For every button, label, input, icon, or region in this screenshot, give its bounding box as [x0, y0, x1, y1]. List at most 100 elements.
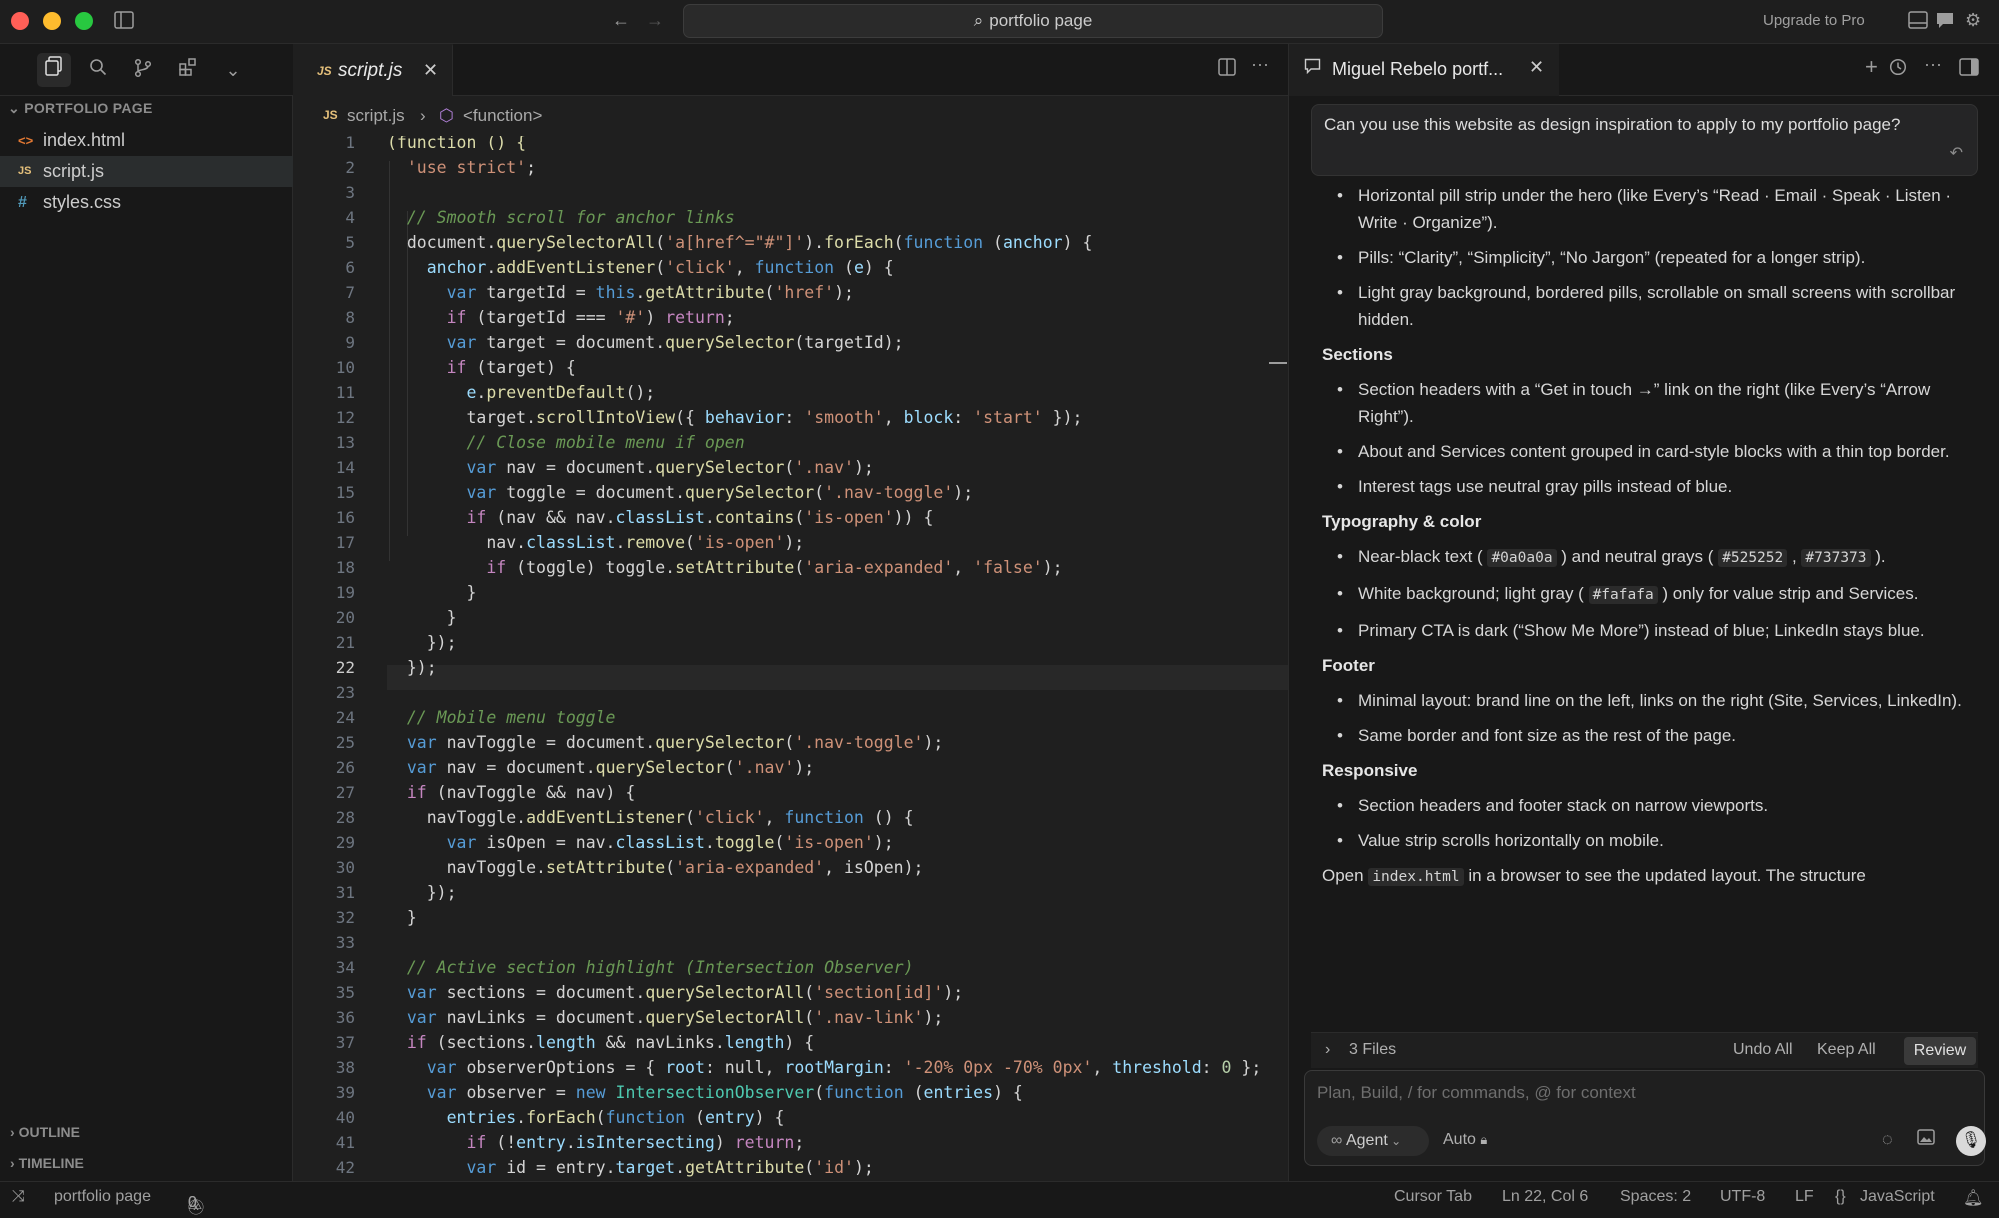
new-chat-icon[interactable]: +: [1865, 54, 1878, 80]
search-icon: ⌕: [973, 11, 984, 30]
toggle-sidebar-icon[interactable]: [114, 11, 134, 33]
extensions-icon[interactable]: [175, 58, 201, 82]
user-message-text: Can you use this website as design inspi…: [1324, 115, 1901, 134]
timeline-section[interactable]: › TIMELINE: [10, 1155, 84, 1171]
chevron-down-icon[interactable]: ⌄: [220, 58, 246, 82]
line-number: 7: [345, 283, 355, 302]
user-message[interactable]: Can you use this website as design inspi…: [1311, 104, 1978, 176]
line-number: 40: [335, 1108, 355, 1127]
language-mode[interactable]: JavaScript: [1860, 1188, 1935, 1206]
encoding-status[interactable]: UTF-8: [1720, 1188, 1765, 1206]
bullet-item: Pills: “Clarity”, “Simplicity”, “No Jarg…: [1337, 244, 1978, 271]
css-file-icon: #: [18, 194, 27, 211]
microphone-icon[interactable]: 🎙︎: [1956, 1126, 1986, 1156]
toggle-panel-icon[interactable]: [1908, 11, 1928, 33]
close-tab-icon[interactable]: ✕: [423, 60, 438, 81]
files-toggle[interactable]: 3 Files: [1349, 1041, 1396, 1059]
search-icon[interactable]: [85, 58, 111, 82]
agent-mode-selector[interactable]: ∞ Agent ⌄: [1317, 1126, 1429, 1156]
status-bar: ⤨ portfolio page ⓧ 0 ⚠ 0 Cursor Tab Ln 2…: [0, 1181, 1999, 1217]
line-number: 8: [345, 308, 355, 327]
line-number: 33: [335, 933, 355, 952]
eol-status[interactable]: LF: [1795, 1188, 1814, 1206]
html-file-icon: <>: [18, 133, 34, 148]
close-chat-icon[interactable]: ✕: [1529, 57, 1544, 78]
outline-section[interactable]: › OUTLINE: [10, 1124, 80, 1140]
code-line: // Smooth scroll for anchor links: [406, 208, 735, 227]
breadcrumb-symbol[interactable]: <function>: [463, 106, 542, 126]
timeline-label: TIMELINE: [18, 1155, 84, 1171]
project-name[interactable]: portfolio page: [54, 1188, 151, 1206]
line-number: 23: [335, 683, 355, 702]
remote-icon[interactable]: ⤨: [12, 1188, 25, 1206]
code-line: navToggle.addEventListener('click', func…: [387, 808, 914, 827]
folder-header[interactable]: ⌄ PORTFOLIO PAGE: [8, 100, 153, 117]
section-heading: Typography & color: [1322, 512, 1482, 531]
braces-icon: {}: [1835, 1188, 1846, 1205]
upgrade-link[interactable]: Upgrade to Pro: [1763, 12, 1865, 29]
tab-script-js[interactable]: JS script.js ✕: [293, 44, 453, 96]
line-number: 4: [345, 208, 355, 227]
code-line: });: [387, 633, 457, 652]
explorer-icon[interactable]: [37, 53, 71, 87]
line-number: 17: [335, 533, 355, 552]
file-item-index-html[interactable]: <> index.html: [0, 125, 293, 156]
model-selector[interactable]: Auto 🔒︎: [1443, 1131, 1487, 1149]
chevron-right-icon: ›: [420, 106, 426, 125]
code-line: });: [387, 883, 457, 902]
line-number: 24: [335, 708, 355, 727]
code-line: var targetId = this.getAttribute('href')…: [446, 283, 854, 302]
settings-gear-icon[interactable]: ⚙: [1965, 10, 1981, 30]
cursor-position[interactable]: Ln 22, Col 6: [1502, 1188, 1588, 1206]
minimize-window-button[interactable]: [43, 12, 61, 30]
code-line: // Active section highlight (Intersectio…: [406, 958, 914, 977]
code-editor[interactable]: 1 2 3 4 5 6 7 8 9 10 11 12 13 14 15 16 17 18 19 20 21 22 23 24 2…: [293, 136, 1288, 1181]
review-button[interactable]: Review: [1904, 1037, 1976, 1065]
code-line: (function () {: [387, 136, 527, 152]
split-editor-icon[interactable]: [1218, 58, 1236, 81]
source-control-icon[interactable]: [130, 58, 156, 82]
indentation-status[interactable]: Spaces: 2: [1620, 1188, 1691, 1206]
warning-count: 0: [188, 1194, 197, 1211]
close-window-button[interactable]: [11, 12, 29, 30]
toggle-panel-icon[interactable]: [1959, 58, 1979, 81]
line-number: 1: [345, 136, 355, 152]
notifications-bell-icon[interactable]: 🔔︎: [1963, 1188, 1983, 1208]
code-line: var target = document.querySelector(targ…: [446, 333, 904, 352]
line-number: 12: [335, 408, 355, 427]
chat-tab[interactable]: Miguel Rebelo portf... ✕: [1289, 44, 1559, 96]
file-name: index.html: [43, 130, 126, 150]
code-line: navToggle.setAttribute('aria-expanded', …: [387, 858, 924, 877]
cursor-tab-status[interactable]: Cursor Tab: [1394, 1188, 1472, 1206]
code-line: if (nav && nav.classList.contains('is-op…: [466, 508, 934, 527]
chat-input-placeholder[interactable]: Plan, Build, / for commands, @ for conte…: [1317, 1083, 1636, 1103]
restore-checkpoint-icon[interactable]: ↶: [1950, 140, 1963, 167]
file-item-script-js[interactable]: JS script.js: [0, 156, 293, 187]
code-line: var observerOptions = { root: null, root…: [426, 1058, 1262, 1077]
more-actions-icon[interactable]: ···: [1251, 54, 1269, 75]
command-search-bar[interactable]: ⌕ portfolio page: [683, 4, 1383, 38]
chat-input-box[interactable]: Plan, Build, / for commands, @ for conte…: [1304, 1070, 1986, 1166]
maximize-window-button[interactable]: [75, 12, 93, 30]
chat-bubble-icon[interactable]: [1935, 11, 1955, 33]
code-line: }: [387, 908, 417, 927]
scrollbar-marker[interactable]: [1269, 362, 1287, 364]
image-upload-icon[interactable]: [1917, 1129, 1935, 1150]
keep-all-button[interactable]: Keep All: [1817, 1041, 1876, 1059]
breadcrumb-file[interactable]: script.js: [347, 106, 405, 126]
auto-label: Auto: [1443, 1131, 1476, 1148]
line-number: 39: [335, 1083, 355, 1102]
more-actions-icon[interactable]: ···: [1924, 54, 1942, 75]
lock-icon: 🔒︎: [1480, 1132, 1488, 1147]
back-arrow-icon[interactable]: ←: [612, 10, 630, 30]
js-file-icon: JS: [18, 165, 32, 177]
code-line: var toggle = document.querySelector('.na…: [466, 483, 974, 502]
bullet-item: White background; light gray ( #fafafa )…: [1337, 580, 1978, 609]
section-heading: Footer: [1322, 656, 1375, 675]
line-number: 11: [335, 383, 355, 402]
history-icon[interactable]: [1889, 58, 1907, 81]
file-item-styles-css[interactable]: # styles.css: [0, 187, 293, 218]
undo-all-button[interactable]: Undo All: [1733, 1041, 1793, 1059]
line-number: 3: [345, 183, 355, 202]
forward-arrow-icon[interactable]: →: [646, 10, 664, 30]
